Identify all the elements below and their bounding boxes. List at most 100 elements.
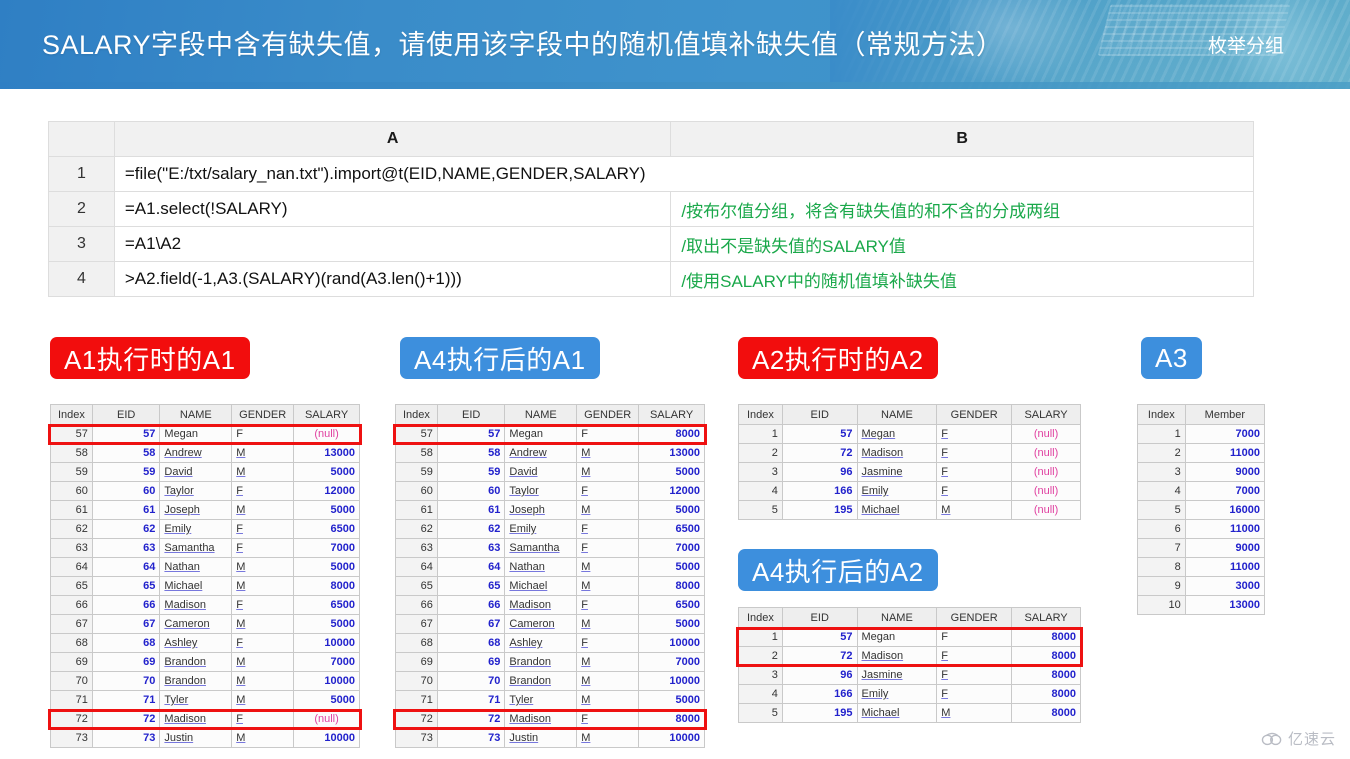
cell-gender[interactable]: F xyxy=(231,709,295,729)
cell-index[interactable]: 4 xyxy=(1137,481,1186,501)
cell-salary[interactable]: 5000 xyxy=(638,690,705,710)
cell-eid[interactable]: 71 xyxy=(91,690,161,710)
cell-salary[interactable]: (null) xyxy=(293,709,360,729)
column-header-eid[interactable]: EID xyxy=(91,404,161,425)
cell-salary[interactable]: 8000 xyxy=(1011,665,1081,685)
cell-gender[interactable]: F xyxy=(576,538,640,558)
cell-salary[interactable]: 5000 xyxy=(293,500,360,520)
table-row[interactable]: 5 195 Michael M (null) xyxy=(738,500,1081,520)
cell-name[interactable]: Madison xyxy=(504,595,578,615)
cell-gender[interactable]: F xyxy=(576,519,640,539)
cell-index[interactable]: 67 xyxy=(50,614,93,634)
table-row[interactable]: 71 71 Tyler M 5000 xyxy=(395,690,705,710)
cell-salary[interactable]: 6500 xyxy=(638,595,705,615)
cell-member[interactable]: 7000 xyxy=(1184,424,1266,444)
table-row[interactable]: 62 62 Emily F 6500 xyxy=(395,519,705,539)
cell-eid[interactable]: 63 xyxy=(91,538,161,558)
column-header-index[interactable]: Index xyxy=(50,404,93,425)
code-grid-row-number[interactable]: 1 xyxy=(48,156,115,192)
code-grid-row-number[interactable]: 3 xyxy=(48,226,115,262)
cell-name[interactable]: Tyler xyxy=(159,690,233,710)
cell-eid[interactable]: 73 xyxy=(91,728,161,748)
cell-eid[interactable]: 96 xyxy=(781,462,858,482)
cell-eid[interactable]: 70 xyxy=(91,671,161,691)
cell-index[interactable]: 62 xyxy=(395,519,438,539)
cell-member[interactable]: 7000 xyxy=(1184,481,1266,501)
cell-eid[interactable]: 59 xyxy=(436,462,506,482)
table-row[interactable]: 3 96 Jasmine F 8000 xyxy=(738,665,1081,685)
code-grid-row-number[interactable]: 4 xyxy=(48,261,115,297)
code-cell-a2[interactable]: =A1.select(!SALARY) xyxy=(113,191,672,227)
cell-eid[interactable]: 62 xyxy=(436,519,506,539)
cell-salary[interactable]: (null) xyxy=(293,424,360,444)
cell-gender[interactable]: F xyxy=(231,633,295,653)
cell-salary[interactable]: (null) xyxy=(1011,443,1081,463)
cell-salary[interactable]: 5000 xyxy=(293,557,360,577)
cell-gender[interactable]: F xyxy=(936,424,1013,444)
cell-salary[interactable]: 7000 xyxy=(638,652,705,672)
cell-name[interactable]: Megan xyxy=(856,627,938,647)
cell-index[interactable]: 68 xyxy=(50,633,93,653)
cell-eid[interactable]: 61 xyxy=(436,500,506,520)
cell-index[interactable]: 58 xyxy=(395,443,438,463)
cell-gender[interactable]: F xyxy=(936,443,1013,463)
cell-eid[interactable]: 60 xyxy=(91,481,161,501)
cell-eid[interactable]: 61 xyxy=(91,500,161,520)
cell-gender[interactable]: M xyxy=(231,462,295,482)
cell-gender[interactable]: M xyxy=(576,671,640,691)
cell-gender[interactable]: M xyxy=(576,614,640,634)
cell-salary[interactable]: (null) xyxy=(1011,481,1081,501)
cell-gender[interactable]: F xyxy=(576,595,640,615)
table-row[interactable]: 67 67 Cameron M 5000 xyxy=(50,614,360,634)
cell-gender[interactable]: M xyxy=(576,690,640,710)
cell-salary[interactable]: 6500 xyxy=(638,519,705,539)
column-header-salary[interactable]: SALARY xyxy=(1011,607,1081,628)
cell-index[interactable]: 60 xyxy=(395,481,438,501)
table-row[interactable]: 9 3000 xyxy=(1137,576,1266,596)
table-row[interactable]: 70 70 Brandon M 10000 xyxy=(395,671,705,691)
cell-index[interactable]: 58 xyxy=(50,443,93,463)
column-header-eid[interactable]: EID xyxy=(781,607,858,628)
table-row[interactable]: 1 57 Megan F (null) xyxy=(738,424,1081,444)
cell-eid[interactable]: 73 xyxy=(436,728,506,748)
column-header-name[interactable]: NAME xyxy=(504,404,578,425)
cell-eid[interactable]: 72 xyxy=(781,443,858,463)
cell-index[interactable]: 3 xyxy=(1137,462,1186,482)
cell-salary[interactable]: (null) xyxy=(1011,500,1081,520)
table-row[interactable]: 5 195 Michael M 8000 xyxy=(738,703,1081,723)
table-row[interactable]: 72 72 Madison F (null) xyxy=(50,709,360,729)
cell-index[interactable]: 68 xyxy=(395,633,438,653)
cell-name[interactable]: Madison xyxy=(504,709,578,729)
cell-name[interactable]: Andrew xyxy=(159,443,233,463)
cell-index[interactable]: 57 xyxy=(50,424,93,444)
cell-index[interactable]: 72 xyxy=(50,709,93,729)
cell-salary[interactable]: 7000 xyxy=(638,538,705,558)
code-cell-b4[interactable]: /使用SALARY中的随机值填补缺失值 xyxy=(670,261,1254,297)
code-cell-a4[interactable]: >A2.field(-1,A3.(SALARY)(rand(A3.len()+1… xyxy=(113,261,672,297)
cell-eid[interactable]: 65 xyxy=(91,576,161,596)
cell-eid[interactable]: 67 xyxy=(91,614,161,634)
column-header-gender[interactable]: GENDER xyxy=(231,404,295,425)
cell-name[interactable]: Ashley xyxy=(159,633,233,653)
table-row[interactable]: 63 63 Samantha F 7000 xyxy=(395,538,705,558)
cell-gender[interactable]: M xyxy=(576,500,640,520)
table-row[interactable]: 73 73 Justin M 10000 xyxy=(395,728,705,748)
column-header-gender[interactable]: GENDER xyxy=(576,404,640,425)
cell-member[interactable]: 9000 xyxy=(1184,462,1266,482)
table-row[interactable]: 64 64 Nathan M 5000 xyxy=(395,557,705,577)
code-cell-b2[interactable]: /按布尔值分组，将含有缺失值的和不含的分成两组 xyxy=(670,191,1254,227)
table-row[interactable]: 73 73 Justin M 10000 xyxy=(50,728,360,748)
cell-gender[interactable]: M xyxy=(231,690,295,710)
cell-salary[interactable]: 5000 xyxy=(293,614,360,634)
cell-name[interactable]: Michael xyxy=(159,576,233,596)
table-row[interactable]: 59 59 David M 5000 xyxy=(395,462,705,482)
table-row[interactable]: 3 96 Jasmine F (null) xyxy=(738,462,1081,482)
cell-index[interactable]: 59 xyxy=(50,462,93,482)
cell-name[interactable]: Jasmine xyxy=(856,462,938,482)
cell-name[interactable]: Nathan xyxy=(159,557,233,577)
column-header-index[interactable]: Index xyxy=(738,607,783,628)
cell-index[interactable]: 2 xyxy=(738,646,783,666)
cell-member[interactable]: 11000 xyxy=(1184,519,1266,539)
cell-eid[interactable]: 195 xyxy=(781,703,858,723)
table-row[interactable]: 58 58 Andrew M 13000 xyxy=(50,443,360,463)
